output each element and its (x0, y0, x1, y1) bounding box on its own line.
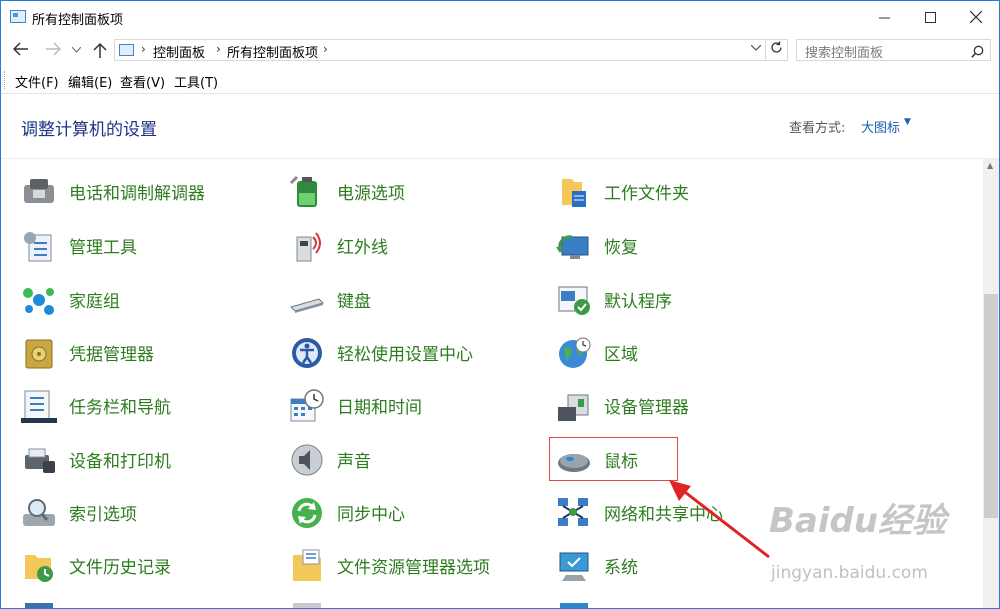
menu-view[interactable]: 查看(V) (120, 72, 165, 91)
speaker-icon (291, 444, 323, 476)
folder-options-icon (293, 549, 321, 581)
control-panel-icon (10, 10, 26, 23)
item-label: 电源选项 (337, 184, 405, 204)
control-panel-items: 电话和调制解调器 管理工具 家庭组 凭据管理器 任务栏和导航 设备和打印机 索引… (1, 159, 983, 608)
title-bar: 所有控制面板项 (1, 1, 999, 33)
calendar-clock-icon (290, 389, 324, 422)
item-label: 索引选项 (69, 505, 137, 525)
item-label: 电话和调制解调器 (69, 184, 205, 204)
file-history-icon (25, 555, 53, 582)
maximize-button[interactable] (907, 1, 953, 33)
ease-of-access-icon (292, 338, 322, 368)
network-icon (558, 498, 588, 526)
refresh-button[interactable] (766, 39, 788, 61)
item-label: 日期和时间 (337, 398, 422, 418)
view-by-label: 查看方式: (789, 121, 846, 136)
item-label: 同步中心 (337, 505, 405, 525)
caret-down-icon[interactable]: ▼ (904, 117, 911, 127)
back-button[interactable] (11, 42, 31, 60)
item-label: 设备和打印机 (69, 452, 171, 472)
chevron-down-icon (750, 44, 762, 51)
forward-button[interactable] (43, 42, 63, 60)
item-label: 默认程序 (604, 292, 672, 312)
computer-icon (559, 552, 589, 581)
admin-tools-icon (24, 232, 52, 262)
page-title: 调整计算机的设置 (21, 120, 157, 140)
taskbar-icon (21, 390, 57, 423)
arrow-right-icon (46, 42, 62, 56)
default-programs-icon (558, 286, 590, 315)
item-label: 工作文件夹 (604, 184, 689, 204)
search-placeholder: 搜索控制面板 (805, 46, 884, 61)
item-label: 家庭组 (69, 292, 120, 312)
breadcrumb-separator: › (323, 42, 328, 56)
close-icon (969, 10, 983, 24)
up-button[interactable] (90, 42, 110, 60)
breadcrumb-separator: › (141, 42, 146, 56)
partial-row-icon (560, 603, 588, 608)
arrow-left-icon (12, 42, 28, 56)
chevron-down-icon (71, 46, 81, 53)
recovery-icon (556, 235, 589, 259)
search-control-panel-input[interactable]: 搜索控制面板 (796, 39, 991, 61)
mouse-highlight-box (549, 437, 678, 481)
window-title: 所有控制面板项 (32, 13, 124, 28)
menu-file[interactable]: 文件(F) (15, 72, 59, 91)
item-label: 设备管理器 (604, 398, 689, 418)
content-header: 调整计算机的设置 查看方式: 大图标 ▼ (1, 94, 999, 159)
item-label: 轻松使用设置中心 (337, 345, 473, 365)
item-label: 声音 (337, 452, 371, 472)
close-button[interactable] (953, 1, 999, 33)
control-panel-window: 所有控制面板项 › 控制面板 › 所有控制面板项 › 搜索控制面板 文件(F) … (0, 0, 1000, 609)
item-label: 文件历史记录 (69, 558, 171, 578)
breadcrumb-separator: › (216, 42, 221, 56)
address-bar[interactable]: › 控制面板 › 所有控制面板项 › (114, 39, 766, 61)
item-label: 凭据管理器 (69, 345, 154, 365)
keyboard-icon (290, 298, 324, 313)
indexing-icon (23, 499, 55, 526)
recent-locations-button[interactable] (71, 42, 81, 60)
item-label: 键盘 (337, 292, 371, 312)
item-label: 系统 (604, 558, 638, 578)
partial-row-icon (25, 603, 53, 608)
device-manager-icon (558, 394, 589, 421)
control-panel-icon (119, 44, 134, 56)
menu-grip (4, 71, 7, 89)
item-label: 文件资源管理器选项 (337, 558, 490, 578)
view-by-dropdown[interactable]: 大图标 (861, 117, 900, 136)
item-label: 恢复 (604, 238, 638, 258)
vertical-scrollbar[interactable]: ▲ (983, 159, 999, 608)
breadcrumb-all-items[interactable]: 所有控制面板项 (227, 42, 318, 61)
maximize-icon (924, 11, 936, 23)
partial-row-icon (293, 603, 321, 608)
infrared-icon (296, 232, 321, 262)
homegroup-icon (23, 288, 54, 315)
menu-tools[interactable]: 工具(T) (174, 72, 218, 91)
address-dropdown-button[interactable] (750, 43, 762, 54)
breadcrumb-control-panel[interactable]: 控制面板 (153, 42, 205, 61)
search-icon[interactable] (971, 43, 984, 62)
item-label: 区域 (604, 345, 638, 365)
minimize-button[interactable] (861, 1, 907, 33)
sync-icon (292, 498, 322, 528)
vault-icon (25, 339, 53, 369)
annotation-arrow (669, 480, 770, 559)
printer-icon (25, 448, 55, 473)
refresh-icon (771, 41, 782, 53)
menu-bar: 文件(F) 编辑(E) 查看(V) 工具(T) (1, 67, 999, 94)
navigation-bar: › 控制面板 › 所有控制面板项 › 搜索控制面板 (1, 35, 999, 67)
item-label: 管理工具 (69, 238, 137, 258)
item-label: 任务栏和导航 (69, 398, 171, 418)
arrow-up-icon (93, 42, 107, 58)
telephone-icon (24, 179, 54, 203)
work-folders-icon (562, 179, 586, 207)
scrollbar-thumb[interactable] (984, 294, 998, 518)
menu-edit[interactable]: 编辑(E) (68, 72, 112, 91)
battery-icon (289, 175, 317, 207)
item-label: 红外线 (337, 238, 388, 258)
globe-clock-icon (559, 337, 591, 368)
minimize-icon (878, 17, 890, 18)
scroll-up-arrow-icon[interactable]: ▲ (987, 161, 993, 170)
